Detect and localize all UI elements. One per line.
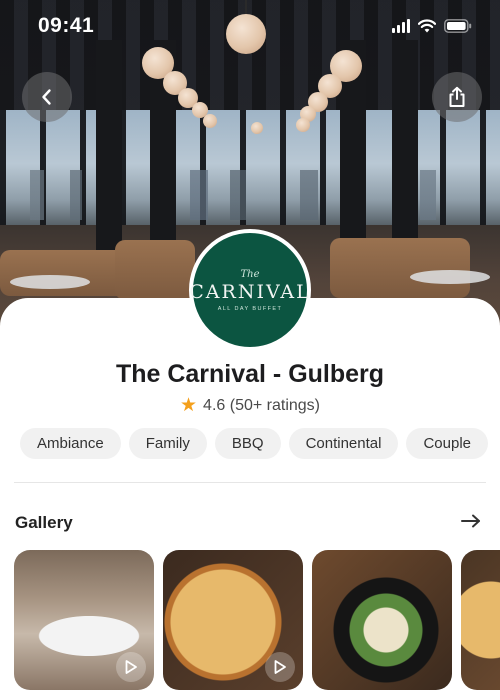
gallery-item[interactable] [14, 550, 154, 690]
gallery-item[interactable] [163, 550, 303, 690]
pendant-lamp [251, 122, 263, 134]
divider [14, 482, 486, 483]
chevron-left-icon [42, 89, 51, 105]
restaurant-logo: The CARNIVAL ALL DAY BUFFET [189, 229, 311, 351]
play-icon [125, 660, 137, 674]
gallery-title: Gallery [15, 513, 73, 532]
play-button[interactable] [265, 652, 295, 682]
rating-text: 4.6 (50+ ratings) [203, 396, 320, 414]
pendant-lamp [296, 118, 310, 132]
tag-list: Ambiance Family BBQ Continental Couple [20, 428, 488, 459]
cellular-signal-icon [392, 19, 410, 33]
share-button[interactable] [432, 72, 482, 122]
logo-name: CARNIVAL [189, 280, 311, 303]
back-button[interactable] [22, 72, 72, 122]
tag-chip[interactable]: Couple [406, 428, 488, 459]
status-icons [392, 19, 472, 33]
gallery-see-all-button[interactable] [458, 510, 484, 532]
status-bar: 09:41 [0, 0, 500, 52]
pillar [392, 40, 418, 270]
gallery-item[interactable] [461, 550, 500, 690]
rating-row: ★ 4.6 (50+ ratings) [0, 396, 500, 415]
sofa [330, 238, 470, 298]
share-icon [449, 86, 465, 107]
table [410, 270, 490, 284]
arrow-right-icon [461, 514, 480, 528]
table [10, 275, 90, 289]
play-button[interactable] [116, 652, 146, 682]
tag-chip[interactable]: BBQ [214, 428, 281, 459]
tag-chip[interactable]: Family [128, 428, 207, 459]
status-time: 09:41 [38, 14, 95, 37]
pillar [96, 40, 122, 270]
logo-small-text: The [240, 268, 260, 280]
tag-chip[interactable]: Ambiance [20, 428, 121, 459]
tag-chip[interactable]: Continental [288, 428, 399, 459]
star-icon: ★ [180, 395, 198, 416]
logo-subtitle: ALL DAY BUFFET [217, 305, 283, 312]
sofa [115, 240, 195, 300]
play-icon [274, 660, 286, 674]
battery-icon [444, 19, 472, 33]
city-skyline [0, 170, 500, 220]
restaurant-name: The Carnival - Gulberg [115, 360, 385, 388]
wifi-icon [418, 19, 436, 33]
gallery-item[interactable] [312, 550, 452, 690]
pendant-lamp [203, 114, 217, 128]
